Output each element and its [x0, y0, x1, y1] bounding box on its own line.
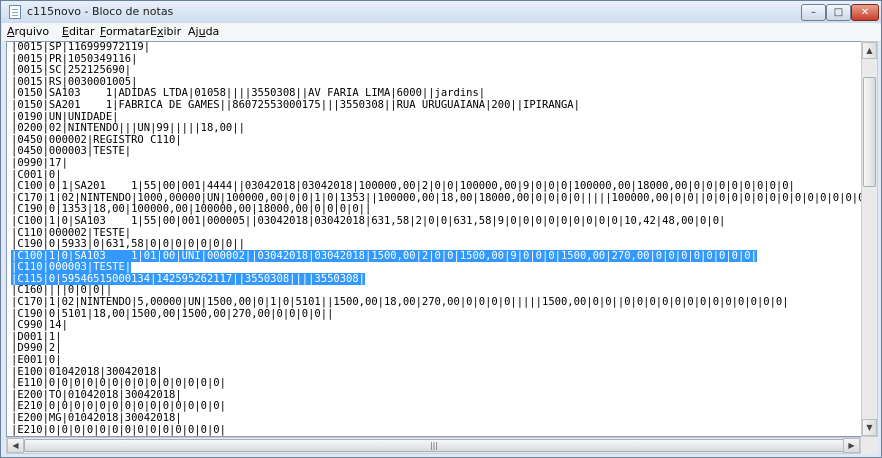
line-text: |C990|14| [11, 319, 68, 332]
line-text: |C160||||0|0|0|| [11, 284, 113, 297]
menu-ajuda-pre: Aj [188, 25, 199, 38]
editor-content[interactable]: |0015|SP|116999972119| |0015|PR|105034911… [11, 42, 861, 436]
text-line[interactable]: |0015|SC|252125690| [11, 64, 861, 77]
text-line[interactable]: |C100|1|0|SA103 1|55|00|001|000005||0304… [11, 214, 861, 228]
text-line[interactable]: |C100|1|0|SA103 1|01|00|UNI|000002||0304… [11, 249, 861, 263]
line-text: |C170|1|02|NINTENDO|5,00000|UN|1500,00|0… [11, 296, 789, 309]
close-button[interactable]: ✕ [851, 4, 879, 21]
line-text: |C110|000002|TESTE| [11, 226, 132, 239]
menu-bar: Arquivo Editar Formatar Exibir Ajuda [2, 23, 881, 42]
text-line[interactable]: |C990|14| [11, 319, 861, 332]
vertical-scrollbar[interactable]: ▲ ▼ [861, 41, 878, 437]
text-line[interactable]: |0015|PR|1050349116| [11, 52, 861, 66]
line-text: |C001|0| [11, 168, 62, 181]
menu-formatar-rest: ormatar [105, 25, 151, 38]
horizontal-scroll-thumb[interactable]: ||| [24, 439, 844, 452]
menu-ajuda-rest: da [205, 25, 220, 38]
line-text: |C190|0|1353|18,00|100000,00|100000,00|1… [11, 203, 372, 216]
text-line[interactable]: |0450|000002|REGISTRO C110| [11, 133, 861, 147]
menu-ajuda[interactable]: Ajuda [188, 25, 219, 38]
line-text: |E100|01042018|30042018| [11, 365, 163, 378]
text-line[interactable]: |0150|SA201 1|FABRICA DE GAMES||86072553… [11, 98, 861, 112]
line-text: |E200|MG|01042018|30042018| [11, 412, 182, 424]
line-text: |0450|000003|TESTE| [11, 145, 132, 158]
text-line[interactable]: |C190|0|5933|0|631,58|0|0|0|0|0|0|0|| [11, 238, 861, 251]
title-bar[interactable]: c115novo - Bloco de notas – □ ✕ [1, 1, 881, 23]
vertical-scroll-thumb[interactable] [863, 77, 876, 187]
line-text: |0015|SP|116999972119| [11, 41, 151, 53]
line-text: |0015|RS|0030001005| [11, 75, 138, 88]
text-line[interactable]: |0990|17| [11, 156, 861, 170]
text-line[interactable]: |C190|0|5101|18,00|1500,00|1500,00|270,0… [11, 307, 861, 321]
scroll-up-arrow-icon[interactable]: ▲ [862, 42, 877, 59]
minimize-button[interactable]: – [801, 4, 826, 21]
menu-arquivo-key: A [7, 25, 15, 38]
line-text: |C190|0|5933|0|631,58|0|0|0|0|0|0|0|| [11, 238, 245, 251]
line-text: |C170|1|02|NINTENDO|1000,00000|UN|100000… [11, 191, 861, 204]
menu-exibir-rest: ibir [163, 25, 182, 38]
maximize-button[interactable]: □ [826, 4, 851, 21]
text-line[interactable]: |C115|0|59546515000134|142595262117||355… [11, 272, 861, 286]
line-text: |0015|PR|1050349116| [11, 52, 138, 65]
notepad-window: c115novo - Bloco de notas – □ ✕ Arquivo … [0, 0, 882, 458]
line-text: |E200|TO|01042018|30042018| [11, 388, 182, 401]
menu-editar-rest: ditar [68, 25, 95, 38]
line-text: |D001|1| [11, 330, 62, 343]
menu-exibir[interactable]: Exibir [150, 25, 181, 38]
selected-text: |C110|000003|TESTE| [11, 261, 132, 274]
text-line[interactable]: |D990|2| [11, 343, 861, 355]
menu-formatar[interactable]: Formatar [100, 25, 150, 38]
line-text: |E001|0| [11, 354, 62, 367]
line-text: |E210|0|0|0|0|0|0|0|0|0|0|0|0|0|0| [11, 400, 226, 413]
line-text: |C100|1|0|SA103 1|55|00|001|000005||0304… [11, 214, 726, 227]
menu-arquivo-rest: rquivo [14, 25, 50, 38]
menu-exibir-pre: E [150, 25, 157, 38]
scroll-left-arrow-icon[interactable]: ◀ [7, 438, 24, 453]
notepad-icon [9, 5, 21, 19]
line-text: |D990|2| [11, 342, 62, 355]
line-text: |0190|UN|UNIDADE| [11, 110, 119, 123]
line-text: |0200|02|NINTENDO|||UN|99|||||18,00|| [11, 122, 245, 135]
line-text: |0150|SA103 1|ADIDAS LTDA|01058||||35503… [11, 87, 486, 100]
line-text: |0990|17| [11, 156, 68, 169]
line-text: |E110|0|0|0|0|0|0|0|0|0|0|0|0|0|0| [11, 377, 226, 390]
line-text: |E210|0|0|0|0|0|0|0|0|0|0|0|0|0|0| [11, 423, 226, 436]
selected-text: |C100|1|0|SA103 1|01|00|UNI|000002||0304… [11, 249, 757, 262]
text-editor[interactable]: |0015|SP|116999972119| |0015|PR|105034911… [6, 41, 861, 437]
menu-ajuda-key: u [198, 25, 206, 38]
scroll-corner [861, 437, 878, 454]
text-line[interactable]: |0015|SP|116999972119| [11, 42, 861, 54]
scroll-right-arrow-icon[interactable]: ▶ [843, 438, 860, 453]
line-text: |0015|SC|252125690| [11, 64, 132, 77]
line-text: |0450|000002|REGISTRO C110| [11, 133, 182, 146]
selected-text: |C115|0|59546515000134|142595262117||355… [11, 272, 366, 285]
window-title: c115novo - Bloco de notas [27, 5, 174, 18]
line-text: |0150|SA201 1|FABRICA DE GAMES||86072553… [11, 98, 580, 111]
menu-arquivo[interactable]: Arquivo [7, 25, 49, 38]
menu-editar[interactable]: Editar [62, 25, 95, 38]
scroll-down-arrow-icon[interactable]: ▼ [862, 419, 877, 436]
text-line[interactable]: |0450|000003|TESTE| [11, 146, 861, 158]
text-line[interactable]: |D001|1| [11, 330, 861, 344]
horizontal-scrollbar[interactable]: ◀ ||| ▶ [6, 437, 861, 454]
menu-editar-key: E [62, 25, 69, 38]
line-text: |C100|0|1|SA201 1|55|00|001|4444||030420… [11, 180, 795, 193]
line-text: |C190|0|5101|18,00|1500,00|1500,00|270,0… [11, 307, 334, 320]
